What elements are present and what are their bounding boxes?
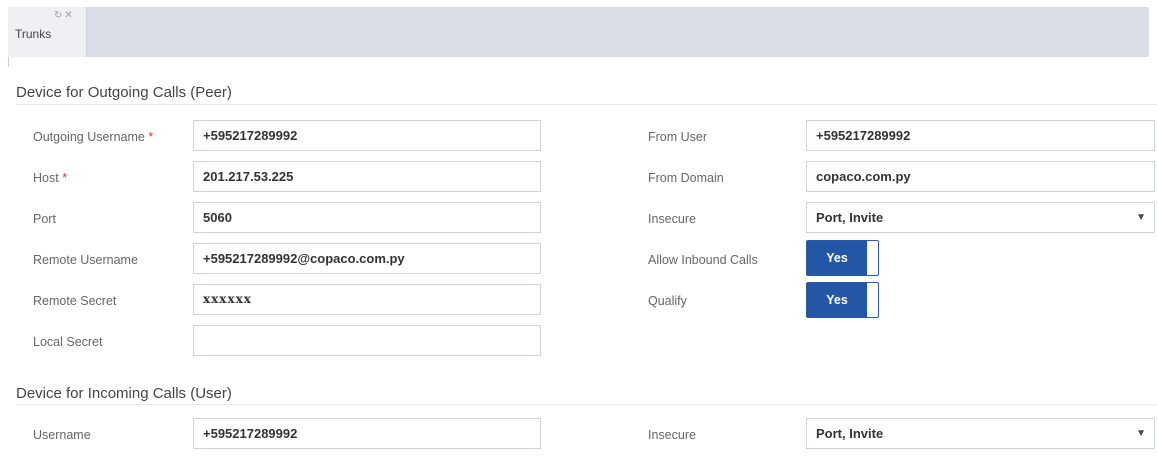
section-divider <box>16 404 1157 405</box>
allow-inbound-calls-toggle[interactable]: Yes <box>806 240 879 276</box>
incoming-insecure-label: Insecure <box>648 428 696 442</box>
from-user-input[interactable]: +595217289992 <box>806 120 1155 151</box>
tab-strip: ↻✕ Trunks <box>8 7 1149 57</box>
from-user-label: From User <box>648 130 708 144</box>
tab-edge <box>8 57 9 67</box>
required-marker: * <box>148 130 154 144</box>
outgoing-username-label: Outgoing Username * <box>33 130 154 144</box>
section-title-incoming: Device for Incoming Calls (User) <box>16 385 232 402</box>
port-label: Port <box>33 212 56 226</box>
incoming-insecure-select-value: Port, Invite <box>816 426 884 441</box>
remote-username-label: Remote Username <box>33 253 138 267</box>
from-domain-input[interactable]: copaco.com.py <box>806 161 1155 192</box>
remote-secret-label: Remote Secret <box>33 294 117 308</box>
insecure-select-value: Port, Invite <box>816 210 884 225</box>
close-icon[interactable]: ✕ <box>64 10 74 21</box>
username-label: Username <box>33 428 91 442</box>
tab-label: Trunks <box>15 27 52 41</box>
caret-down-icon: ▼ <box>1136 428 1146 439</box>
username-input[interactable]: +595217289992 <box>193 418 541 449</box>
required-marker: * <box>62 171 68 185</box>
tab-trunks[interactable]: ↻✕ Trunks <box>8 7 87 57</box>
outgoing-username-input[interactable]: +595217289992 <box>193 120 541 151</box>
remote-secret-input[interactable]: xxxxxx <box>193 284 541 315</box>
tab-bar: ↻✕ Trunks <box>0 0 1157 67</box>
host-input[interactable]: 201.217.53.225 <box>193 161 541 192</box>
insecure-select[interactable]: Port, Invite ▼ <box>806 202 1155 233</box>
section-divider <box>16 104 1157 105</box>
refresh-icon[interactable]: ↻ <box>54 10 64 21</box>
toggle-yes-label: Yes <box>807 283 867 317</box>
insecure-label: Insecure <box>648 212 696 226</box>
host-label: Host * <box>33 171 68 185</box>
local-secret-label: Local Secret <box>33 335 103 349</box>
incoming-insecure-select[interactable]: Port, Invite ▼ <box>806 418 1155 449</box>
toggle-yes-label: Yes <box>807 241 867 275</box>
remote-username-input[interactable]: +595217289992@copaco.com.py <box>193 243 541 274</box>
allow-inbound-calls-label: Allow Inbound Calls <box>648 253 758 267</box>
port-input[interactable]: 5060 <box>193 202 541 233</box>
caret-down-icon: ▼ <box>1136 212 1146 223</box>
from-domain-label: From Domain <box>648 171 724 185</box>
local-secret-input[interactable] <box>193 325 541 356</box>
qualify-label: Qualify <box>648 294 687 308</box>
section-title-outgoing: Device for Outgoing Calls (Peer) <box>16 84 232 101</box>
qualify-toggle[interactable]: Yes <box>806 282 879 318</box>
